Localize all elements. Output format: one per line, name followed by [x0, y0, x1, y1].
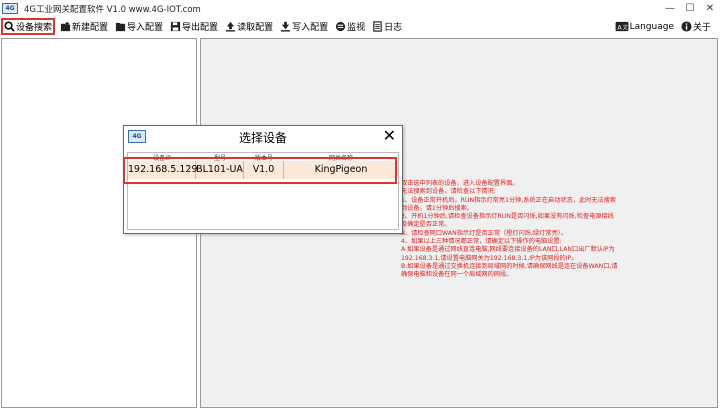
about-button[interactable]: 关于: [679, 18, 713, 35]
read-config-button[interactable]: 读取配置: [223, 18, 275, 35]
info-icon: [681, 21, 692, 32]
device-search-label: 设备搜索: [16, 23, 53, 33]
new-config-button[interactable]: 新建配置: [58, 18, 110, 35]
note-line: 1、设备正常开机后，RUN指示灯常亮1分钟,系统正在启动状态，此时无法搜索到设备…: [401, 196, 617, 212]
note-line: 2、开机1分钟后,请检查设备指示灯RUN是否闪烁,如果没有闪烁,检查电源接线及确…: [401, 213, 614, 229]
selected-row-highlight: [123, 157, 397, 184]
monitor-label: 监视: [347, 23, 366, 33]
window-title: 4G工业网关配置软件 V1.0 www.4G-IOT.com: [24, 4, 201, 15]
save-icon: [170, 21, 181, 32]
help-notes: 双击选中列表的设备，进入设备配置界面。 无法搜索到设备，请检查以下情况: 1、设…: [401, 180, 619, 280]
import-config-button[interactable]: 导入配置: [113, 18, 165, 35]
monitor-button[interactable]: 监视: [333, 18, 367, 35]
about-label: 关于: [692, 23, 711, 33]
dialog-close-button[interactable]: ✕: [383, 127, 396, 145]
upload-arrow-icon: [225, 21, 236, 32]
language-icon: A文: [615, 21, 628, 31]
dialog-title: 选择设备: [238, 130, 287, 145]
close-window-button[interactable]: ✕: [700, 0, 720, 17]
note-line: B.如果设备是通过交换机连接到局域网的时候,请确保网线是连在设备WAN口,请确保…: [401, 262, 618, 279]
note-line: 3、请检查网口WAN指示灯是否正常（橙灯闪烁,绿灯常亮）。: [401, 229, 567, 237]
note-line: 无法搜索到设备，请检查以下情况:: [401, 188, 496, 196]
title-bar: 4G 4G工业网关配置软件 V1.0 www.4G-IOT.com — ☐ ✕: [0, 0, 720, 17]
language-button[interactable]: A文 Language: [613, 18, 676, 35]
monitor-icon: [336, 21, 346, 32]
log-icon: [373, 21, 382, 32]
app-logo-icon: 4G: [2, 3, 18, 14]
device-search-button[interactable]: 设备搜索: [1, 18, 56, 35]
new-config-label: 新建配置: [72, 23, 109, 33]
log-button[interactable]: 日志: [370, 18, 404, 35]
import-config-label: 导入配置: [127, 23, 164, 33]
export-config-label: 导出配置: [182, 23, 219, 33]
language-label: Language: [629, 21, 674, 32]
note-line: A.如果设备是通过网线直连电脑,网线要连接设备的LAN口,LAN口出厂默认IP为…: [401, 246, 615, 262]
write-config-label: 写入配置: [292, 23, 329, 33]
toolbar: 设备搜索 新建配置 导入配置 导出配置 读取配置 写入配置 监视 日志 A文 L…: [0, 17, 720, 36]
download-arrow-icon: [280, 21, 291, 32]
export-config-button[interactable]: 导出配置: [168, 18, 220, 35]
dialog-title-bar: 4G 选择设备 ✕: [124, 126, 402, 148]
search-icon: [4, 21, 15, 32]
app-logo-icon: 4G: [128, 130, 146, 143]
svg-text:文: 文: [622, 23, 628, 31]
maximize-button[interactable]: ☐: [680, 0, 700, 17]
log-label: 日志: [384, 23, 403, 33]
read-config-label: 读取配置: [237, 23, 274, 33]
new-folder-icon: [60, 21, 71, 32]
minimize-button[interactable]: —: [660, 0, 680, 17]
write-config-button[interactable]: 写入配置: [278, 18, 330, 35]
import-folder-icon: [115, 22, 126, 32]
